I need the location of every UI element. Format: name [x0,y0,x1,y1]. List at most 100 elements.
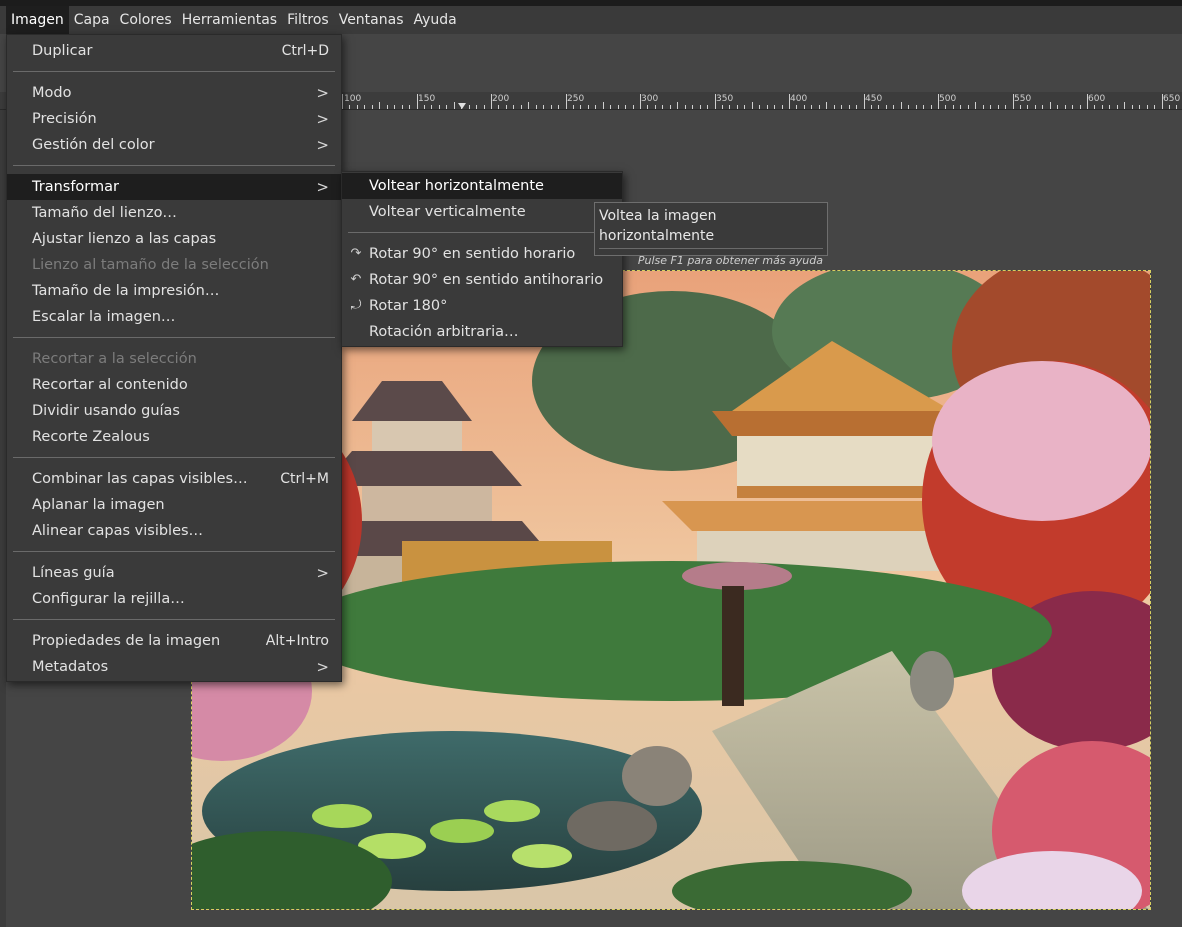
menu-item-shortcut: Alt+Intro [265,633,329,649]
ruler-label: 500 [939,94,957,104]
menu-item-metadata[interactable]: Metadatos > [7,654,341,680]
submenu-item-flip-horizontal[interactable]: Voltear horizontalmente [342,173,622,199]
menu-item-zealous-crop[interactable]: Recorte Zealous [7,424,341,450]
menu-item-label: Recorte Zealous [32,429,150,445]
menu-item-label: Voltear horizontalmente [369,178,544,194]
ruler-label: 150 [418,94,436,104]
ruler-label: 550 [1014,94,1032,104]
menu-item-label: Escalar la imagen… [32,309,176,325]
transform-submenu: Voltear horizontalmente Voltear vertical… [341,171,623,347]
menu-item-label: Duplicar [32,43,93,59]
ruler-label: 100 [344,94,362,104]
tooltip-help-hint: Pulse F1 para obtener más ayuda [637,254,823,267]
menu-item-guides[interactable]: Líneas guía > [7,560,341,586]
menu-item-label: Alinear capas visibles… [32,523,204,539]
menu-item-configure-grid[interactable]: Configurar la rejilla… [7,586,341,612]
menubar-item-colores[interactable]: Colores [115,6,177,34]
menu-item-canvas-to-selection: Lienzo al tamaño de la selección [7,252,341,278]
ruler-label: 400 [790,94,808,104]
menu-separator [13,551,335,552]
menu-item-shortcut: Ctrl+D [281,43,329,59]
menu-item-label: Tamaño de la impresión… [32,283,220,299]
rotate-180-icon: ⤾ [350,298,362,313]
menu-item-print-size[interactable]: Tamaño de la impresión… [7,278,341,304]
menu-item-duplicate[interactable]: Duplicar Ctrl+D [7,38,341,64]
submenu-item-rotate-180[interactable]: ⤾ Rotar 180° [342,293,622,319]
menu-item-label: Recortar a la selección [32,351,197,367]
menu-item-label: Combinar las capas visibles… [32,471,248,487]
menu-item-label: Rotación arbitraria… [369,324,519,340]
menu-item-flatten-image[interactable]: Aplanar la imagen [7,492,341,518]
menubar-item-imagen[interactable]: Imagen [6,6,69,34]
menu-separator [13,337,335,338]
menu-separator [13,165,335,166]
chevron-right-icon: > [316,178,329,196]
menu-item-label: Precisión [32,111,97,127]
menu-item-label: Rotar 90° en sentido horario [369,246,576,262]
tooltip: Voltea la imagen horizontalmente Pulse F… [594,202,828,267]
pointer-position-marker [458,103,466,109]
menu-item-label: Rotar 180° [369,298,448,314]
menu-item-shortcut: Ctrl+M [280,471,329,487]
menubar: Imagen Capa Colores Herramientas Filtros… [0,6,1182,34]
tooltip-separator [599,248,823,249]
ruler-label: 600 [1088,94,1106,104]
chevron-right-icon: > [316,564,329,582]
ruler-label: 200 [492,94,510,104]
menu-item-label: Aplanar la imagen [32,497,165,513]
menu-separator [348,232,616,233]
menu-item-label: Configurar la rejilla… [32,591,185,607]
ruler-label: 350 [716,94,734,104]
menubar-item-filtros[interactable]: Filtros [282,6,334,34]
menu-item-label: Metadatos [32,659,109,675]
menu-item-precision[interactable]: Precisión > [7,106,341,132]
menubar-item-herramientas[interactable]: Herramientas [177,6,282,34]
menu-item-label: Ajustar lienzo a las capas [32,231,217,247]
menu-item-merge-visible-layers[interactable]: Combinar las capas visibles… Ctrl+M [7,466,341,492]
rotate-ccw-icon: ↶ [350,272,362,287]
menu-item-label: Propiedades de la imagen [32,633,221,649]
menu-item-label: Lienzo al tamaño de la selección [32,257,269,273]
chevron-right-icon: > [316,136,329,154]
menu-item-label: Voltear verticalmente [369,204,526,220]
ruler-label: 450 [865,94,883,104]
tooltip-text: Voltea la imagen horizontalmente [599,208,717,244]
menubar-item-ayuda[interactable]: Ayuda [409,6,462,34]
menu-separator [13,71,335,72]
menu-item-fit-canvas-to-layers[interactable]: Ajustar lienzo a las capas [7,226,341,252]
menu-item-crop-to-content[interactable]: Recortar al contenido [7,372,341,398]
submenu-item-rotate-ccw[interactable]: ↶ Rotar 90° en sentido antihorario [342,267,622,293]
menubar-item-ventanas[interactable]: Ventanas [334,6,409,34]
chevron-right-icon: > [316,658,329,676]
chevron-right-icon: > [316,110,329,128]
menu-item-mode[interactable]: Modo > [7,80,341,106]
menu-item-label: Líneas guía [32,565,115,581]
menu-item-slice-using-guides[interactable]: Dividir usando guías [7,398,341,424]
menu-item-label: Gestión del color [32,137,155,153]
ruler-label: 250 [567,94,585,104]
menu-item-image-properties[interactable]: Propiedades de la imagen Alt+Intro [7,628,341,654]
menu-item-align-visible-layers[interactable]: Alinear capas visibles… [7,518,341,544]
menu-item-scale-image[interactable]: Escalar la imagen… [7,304,341,330]
menu-separator [13,619,335,620]
ruler-label: 300 [641,94,659,104]
rotate-cw-icon: ↷ [350,246,362,261]
image-menu: Duplicar Ctrl+D Modo > Precisión > Gesti… [6,34,342,682]
menu-item-transform[interactable]: Transformar > [7,174,341,200]
menu-item-color-management[interactable]: Gestión del color > [7,132,341,158]
submenu-item-arbitrary-rotation[interactable]: Rotación arbitraria… [342,319,622,345]
menu-item-label: Tamaño del lienzo… [32,205,177,221]
chevron-right-icon: > [316,84,329,102]
menubar-item-capa[interactable]: Capa [69,6,115,34]
menu-item-label: Recortar al contenido [32,377,188,393]
menu-separator [13,457,335,458]
menu-item-canvas-size[interactable]: Tamaño del lienzo… [7,200,341,226]
menu-item-label: Dividir usando guías [32,403,180,419]
menu-item-label: Modo [32,85,72,101]
submenu-item-rotate-cw[interactable]: ↷ Rotar 90° en sentido horario [342,241,622,267]
ruler-label: 650 [1163,94,1181,104]
menu-item-label: Transformar [32,179,119,195]
submenu-item-flip-vertical[interactable]: Voltear verticalmente [342,199,622,225]
menu-item-label: Rotar 90° en sentido antihorario [369,272,604,288]
menu-item-crop-to-selection: Recortar a la selección [7,346,341,372]
